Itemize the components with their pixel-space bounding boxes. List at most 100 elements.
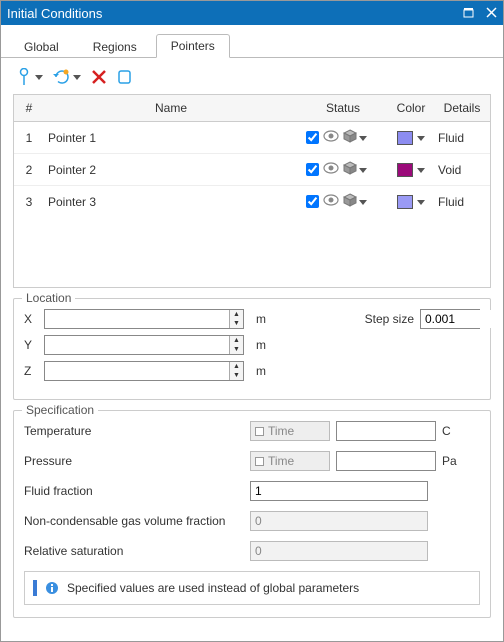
relsat-input [250,541,428,561]
col-name[interactable]: Name [44,95,298,122]
chevron-down-icon [417,168,425,173]
col-color[interactable]: Color [388,95,434,122]
table-row[interactable]: 3Pointer 3 Fluid [14,186,490,218]
row-status [298,186,388,218]
initial-conditions-panel: Initial Conditions Global Regions Pointe… [0,0,504,642]
chevron-down-icon [417,136,425,141]
info-icon [45,581,59,595]
row-color[interactable] [388,154,434,186]
add-pointer-button[interactable] [17,68,43,86]
refresh-icon [53,68,71,86]
table-row[interactable]: 2Pointer 2 Void [14,154,490,186]
color-swatch [397,163,413,177]
row-name: Pointer 3 [44,186,298,218]
detach-icon[interactable] [463,6,474,21]
refresh-pointer-button[interactable] [53,68,81,86]
checkbox-icon [255,427,264,436]
solid-icon[interactable] [343,129,357,146]
row-status [298,154,388,186]
temperature-time-toggle[interactable]: Time [250,421,330,441]
ncg-input [250,511,428,531]
row-details: Fluid [434,122,490,154]
z-label: Z [24,364,38,378]
chevron-down-icon [417,200,425,205]
spin-down-icon[interactable]: ▼ [230,371,243,380]
row-details: Void [434,154,490,186]
fluid-fraction-input[interactable] [250,481,428,501]
y-label: Y [24,338,38,352]
visibility-icon[interactable] [323,194,339,209]
y-field[interactable] [45,336,229,354]
title-bar: Initial Conditions [1,1,503,25]
row-index: 1 [14,122,44,154]
pressure-unit: Pa [442,454,457,468]
tab-pointers[interactable]: Pointers [156,34,230,58]
spin-up-icon[interactable]: ▲ [230,336,243,345]
row-name: Pointer 1 [44,122,298,154]
spin-down-icon[interactable]: ▼ [230,319,243,328]
content-area: # Name Status Color Details 1Pointer 1 F… [1,58,503,641]
copy-button[interactable] [117,69,133,85]
relsat-label: Relative saturation [24,544,244,558]
row-color[interactable] [388,122,434,154]
solid-icon[interactable] [343,193,357,210]
step-size-input[interactable]: ▲▼ [420,309,480,329]
col-details[interactable]: Details [434,95,490,122]
location-label: Location [22,291,75,305]
temperature-label: Temperature [24,424,244,438]
step-size-row: Step size ▲▼ [365,309,480,329]
x-label: X [24,312,38,326]
enable-checkbox[interactable] [306,163,319,176]
info-text: Specified values are used instead of glo… [67,581,359,595]
visibility-icon[interactable] [323,162,339,177]
visibility-icon[interactable] [323,130,339,145]
color-swatch [397,195,413,209]
row-status [298,122,388,154]
x-input[interactable]: ▲▼ [44,309,244,329]
pointer-icon [17,68,33,86]
window-controls [463,6,497,21]
pointers-table: # Name Status Color Details 1Pointer 1 F… [14,95,490,217]
tab-global[interactable]: Global [9,35,74,58]
x-field[interactable] [45,310,229,328]
pressure-input[interactable] [336,451,436,471]
specification-group: Specification Temperature Time C Pressur… [13,410,491,618]
spin-up-icon[interactable]: ▲ [230,362,243,371]
pointers-table-wrap: # Name Status Color Details 1Pointer 1 F… [13,94,491,288]
y-unit: m [256,338,266,352]
col-status[interactable]: Status [298,95,388,122]
z-input[interactable]: ▲▼ [44,361,244,381]
chevron-down-icon[interactable] [359,136,367,141]
spin-down-icon[interactable]: ▼ [230,345,243,354]
step-size-label: Step size [365,312,414,326]
info-note: Specified values are used instead of glo… [24,571,480,605]
chevron-down-icon [73,75,81,80]
step-size-field[interactable] [421,310,503,328]
chevron-down-icon[interactable] [359,200,367,205]
delete-button[interactable] [91,69,107,85]
pressure-time-toggle[interactable]: Time [250,451,330,471]
col-index[interactable]: # [14,95,44,122]
z-unit: m [256,364,266,378]
copy-icon [117,69,133,85]
table-row[interactable]: 1Pointer 1 Fluid [14,122,490,154]
specification-label: Specification [22,403,98,417]
y-input[interactable]: ▲▼ [44,335,244,355]
solid-icon[interactable] [343,161,357,178]
row-color[interactable] [388,186,434,218]
z-field[interactable] [45,362,229,380]
fluid-fraction-label: Fluid fraction [24,484,244,498]
close-icon[interactable] [486,6,497,21]
delete-icon [91,69,107,85]
temperature-input[interactable] [336,421,436,441]
row-details: Fluid [434,186,490,218]
x-unit: m [256,312,266,326]
enable-checkbox[interactable] [306,195,319,208]
chevron-down-icon [35,75,43,80]
tab-regions[interactable]: Regions [78,35,152,58]
table-empty-area [14,217,490,287]
enable-checkbox[interactable] [306,131,319,144]
temperature-unit: C [442,424,451,438]
spin-up-icon[interactable]: ▲ [230,310,243,319]
chevron-down-icon[interactable] [359,168,367,173]
